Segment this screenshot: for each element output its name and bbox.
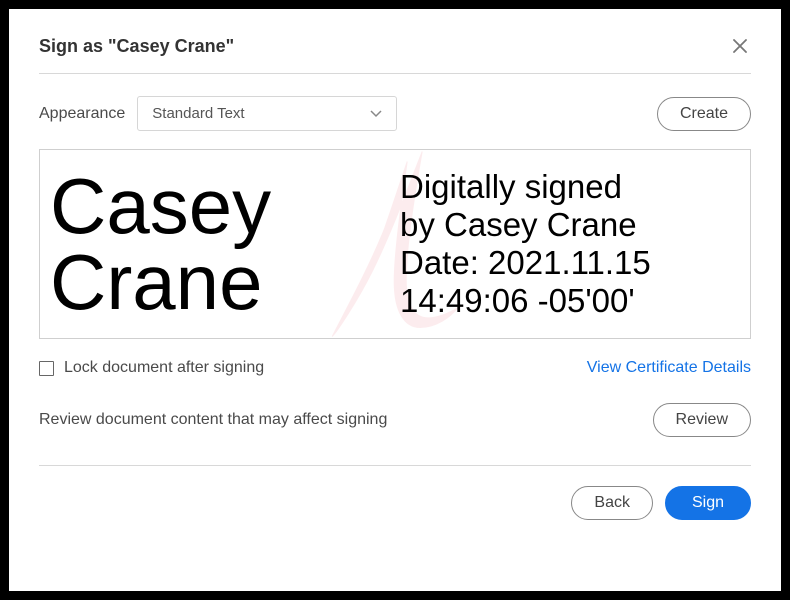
sign-dialog: Sign as "Casey Crane" Appearance Standar…	[9, 9, 781, 591]
create-button[interactable]: Create	[657, 97, 751, 131]
preview-name-area: Casey Crane	[40, 150, 400, 338]
lock-row: Lock document after signing View Certifi…	[39, 359, 751, 377]
lock-label: Lock document after signing	[64, 359, 264, 377]
appearance-select[interactable]: Standard Text	[137, 96, 397, 131]
lock-left: Lock document after signing	[39, 359, 264, 377]
preview-line4: 14:49:06 -05'00'	[400, 282, 750, 320]
view-certificate-link[interactable]: View Certificate Details	[587, 359, 751, 377]
appearance-row: Appearance Standard Text Create	[39, 96, 751, 131]
close-button[interactable]	[729, 33, 751, 59]
review-button[interactable]: Review	[653, 403, 751, 437]
chevron-down-icon	[370, 108, 382, 120]
preview-line2: by Casey Crane	[400, 206, 750, 244]
preview-line1: Digitally signed	[400, 168, 750, 206]
dialog-header: Sign as "Casey Crane"	[39, 33, 751, 74]
sign-button[interactable]: Sign	[665, 486, 751, 520]
review-row: Review document content that may affect …	[39, 403, 751, 437]
dialog-title: Sign as "Casey Crane"	[39, 36, 234, 57]
footer-divider	[39, 465, 751, 466]
lock-checkbox[interactable]	[39, 361, 54, 376]
appearance-selected-value: Standard Text	[152, 105, 244, 122]
signer-name: Casey Crane	[50, 168, 271, 321]
back-button[interactable]: Back	[571, 486, 653, 520]
review-text: Review document content that may affect …	[39, 411, 387, 429]
close-icon	[733, 33, 747, 58]
preview-info-area: Digitally signed by Casey Crane Date: 20…	[400, 150, 750, 338]
signature-preview: Casey Crane Digitally signed by Casey Cr…	[39, 149, 751, 339]
preview-line3: Date: 2021.11.15	[400, 244, 750, 282]
appearance-label: Appearance	[39, 105, 125, 123]
footer-row: Back Sign	[39, 486, 751, 520]
